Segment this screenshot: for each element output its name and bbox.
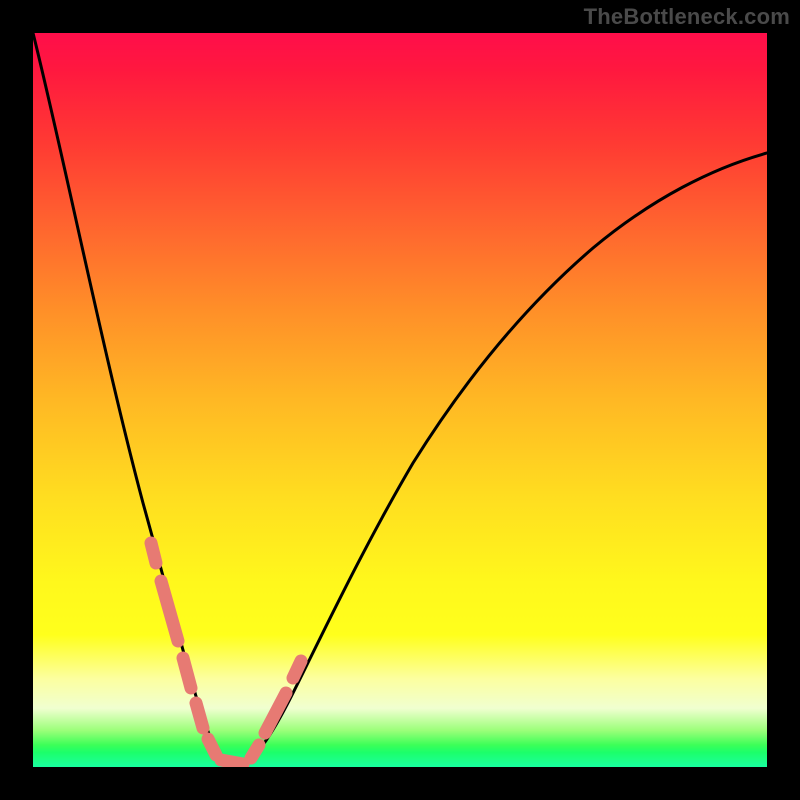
marker-seg xyxy=(183,658,191,688)
marker-seg xyxy=(293,661,301,678)
marker-seg xyxy=(196,703,203,728)
chart-plot-area xyxy=(33,33,767,767)
curve-path xyxy=(33,33,767,766)
marker-seg xyxy=(251,745,259,758)
watermark-text: TheBottleneck.com xyxy=(584,4,790,30)
chart-frame: TheBottleneck.com xyxy=(0,0,800,800)
marker-seg xyxy=(161,581,178,641)
marker-group xyxy=(151,543,301,764)
marker-seg xyxy=(151,543,156,563)
marker-seg xyxy=(208,739,216,755)
marker-seg xyxy=(221,760,243,764)
chart-curve xyxy=(33,33,767,767)
